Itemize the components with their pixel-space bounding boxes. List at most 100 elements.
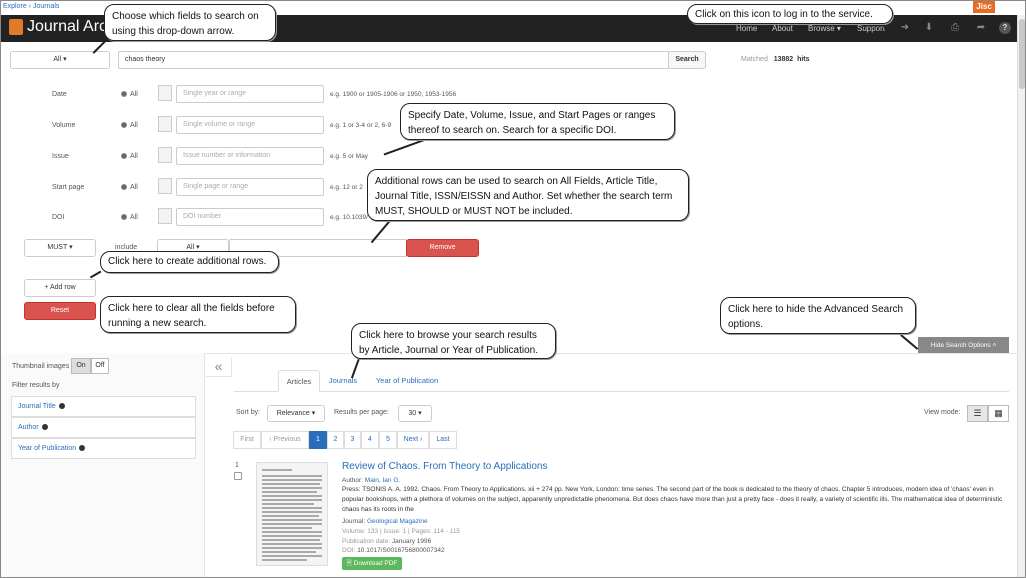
facet-author[interactable]: Author [11,417,196,438]
start-page-all-label: All [130,184,138,191]
volume-input[interactable]: Single volume or range [176,116,324,134]
thumb-line [262,519,322,521]
date-input[interactable]: Single year or range [176,85,324,103]
date-example: e.g. 1900 or 1905-1906 or 1950, 1953-195… [330,91,457,98]
sort-select[interactable]: Relevance [267,405,325,422]
doi-all-label: All [130,214,138,221]
thumb-line [262,515,319,517]
issue-checkbox[interactable] [158,147,172,163]
download-pdf-button[interactable]: 🗎 Download PDF [342,557,402,570]
chevron-down-icon [58,403,65,409]
callout-browse: Click here to browse your search results… [351,323,556,359]
remove-row-button[interactable]: Remove [406,239,479,257]
thumbnail-off-toggle[interactable]: Off [91,358,109,374]
breadcrumb-explore[interactable]: Explore [3,3,27,10]
result-thumbnail[interactable] [256,462,328,566]
page-3[interactable]: 3 [344,431,361,449]
search-input[interactable]: chaos theory [118,51,669,69]
matched-label: Matched [741,56,768,63]
callout-clear: Click here to clear all the fields befor… [100,296,296,333]
per-page-label: Results per page: [334,409,389,416]
date-all-radio[interactable]: All [121,91,138,98]
author-link[interactable]: Main, Ian G. [365,477,400,484]
site-logo[interactable]: Journal Arch [9,18,116,36]
breadcrumb-journals[interactable]: Journals [33,3,59,10]
add-row-button[interactable]: + Add row [24,279,96,297]
share-icon[interactable]: ➦ [975,22,987,34]
sort-label: Sort by: [236,409,261,416]
start-page-checkbox[interactable] [158,178,172,194]
doi-all-radio[interactable]: All [121,214,138,221]
result-title[interactable]: Review of Chaos. From Theory to Applicat… [342,461,547,472]
radio-dot-icon [121,214,127,220]
breadcrumb: Explore › Journals [3,3,59,15]
page-last[interactable]: Last [429,431,457,449]
login-icon[interactable]: ➜ [899,22,911,34]
grid-view-icon[interactable]: ▦ [988,405,1009,422]
doi-input[interactable]: DOI number [176,208,324,226]
list-view-icon[interactable]: ☰ [967,405,988,422]
page-scrollbar[interactable] [1017,15,1025,577]
volume-all-radio[interactable]: All [121,122,138,129]
issue-all-radio[interactable]: All [121,153,138,160]
page-4[interactable]: 4 [361,431,379,449]
volume-example: e.g. 1 or 3-4 or 2, 6-9 [330,122,392,129]
page-previous[interactable]: ‹ Previous [261,431,309,449]
chevron-down-icon [79,445,86,451]
thumb-line [262,527,312,529]
thumb-line [262,491,317,493]
callout-hide: Click here to hide the Advanced Search o… [720,297,916,334]
start-page-input[interactable]: Single page or range [176,178,324,196]
page-first[interactable]: First [233,431,261,449]
facet-label: Journal Title [18,403,56,410]
journal-link[interactable]: Geological Magazine [367,518,428,525]
page-2[interactable]: 2 [327,431,344,449]
volume-label: Volume [52,122,76,129]
facet-year[interactable]: Year of Publication [11,438,196,459]
page-next[interactable]: Next › [397,431,429,449]
site-name: Journal Arch [27,18,116,35]
doi-checkbox[interactable] [158,208,172,224]
must-select[interactable]: MUST [24,239,96,257]
nav-about[interactable]: About [772,24,793,33]
search-field-select[interactable]: All [10,51,110,69]
search-button[interactable]: Search [668,51,706,69]
doi-meta-label: DOI: [342,547,356,554]
jisc-logo: Jisc [973,1,995,13]
print-icon[interactable]: ⎙ [949,22,961,34]
date-checkbox[interactable] [158,85,172,101]
thumb-line [262,539,320,541]
nav-home[interactable]: Home [736,24,757,33]
nav-browse[interactable]: Browse ▾ [808,24,841,33]
start-page-all-radio[interactable]: All [121,184,138,191]
thumb-line [262,475,322,477]
callout-specify: Specify Date, Volume, Issue, and Start P… [400,103,675,140]
reset-button[interactable]: Reset [24,302,96,320]
thumb-line [262,511,322,513]
date-all-label: All [130,91,138,98]
nav-support[interactable]: Support [857,24,885,33]
hide-search-options-button[interactable]: Hide Search Options ˄ [918,337,1009,354]
download-pdf-label: Download PDF [353,560,398,567]
thumbnail-on-toggle[interactable]: On [71,358,91,374]
per-page-select[interactable]: 30 [398,405,432,422]
facet-journal-title[interactable]: Journal Title [11,396,196,417]
thumb-line [262,535,322,537]
tab-year-of-publication[interactable]: Year of Publication [369,370,445,392]
volume-checkbox[interactable] [158,116,172,132]
result-checkbox[interactable] [234,472,242,480]
tab-journals[interactable]: Journals [323,370,363,392]
page-1[interactable]: 1 [309,431,327,449]
download-icon[interactable]: ⬇ [923,22,935,34]
page-5[interactable]: 5 [379,431,397,449]
scrollbar-thumb[interactable] [1019,19,1025,89]
matched-summary: Matched 13882 hits [741,56,810,63]
issue-label: Issue [52,153,69,160]
start-page-label: Start page [52,184,85,191]
tab-articles[interactable]: Articles [278,370,320,392]
issue-input[interactable]: Issue number or information [176,147,324,165]
issue-all-label: All [130,153,138,160]
collapse-sidebar-icon[interactable]: « [206,357,232,377]
journal-label: Journal: [342,518,366,525]
help-icon[interactable]: ? [999,22,1011,34]
